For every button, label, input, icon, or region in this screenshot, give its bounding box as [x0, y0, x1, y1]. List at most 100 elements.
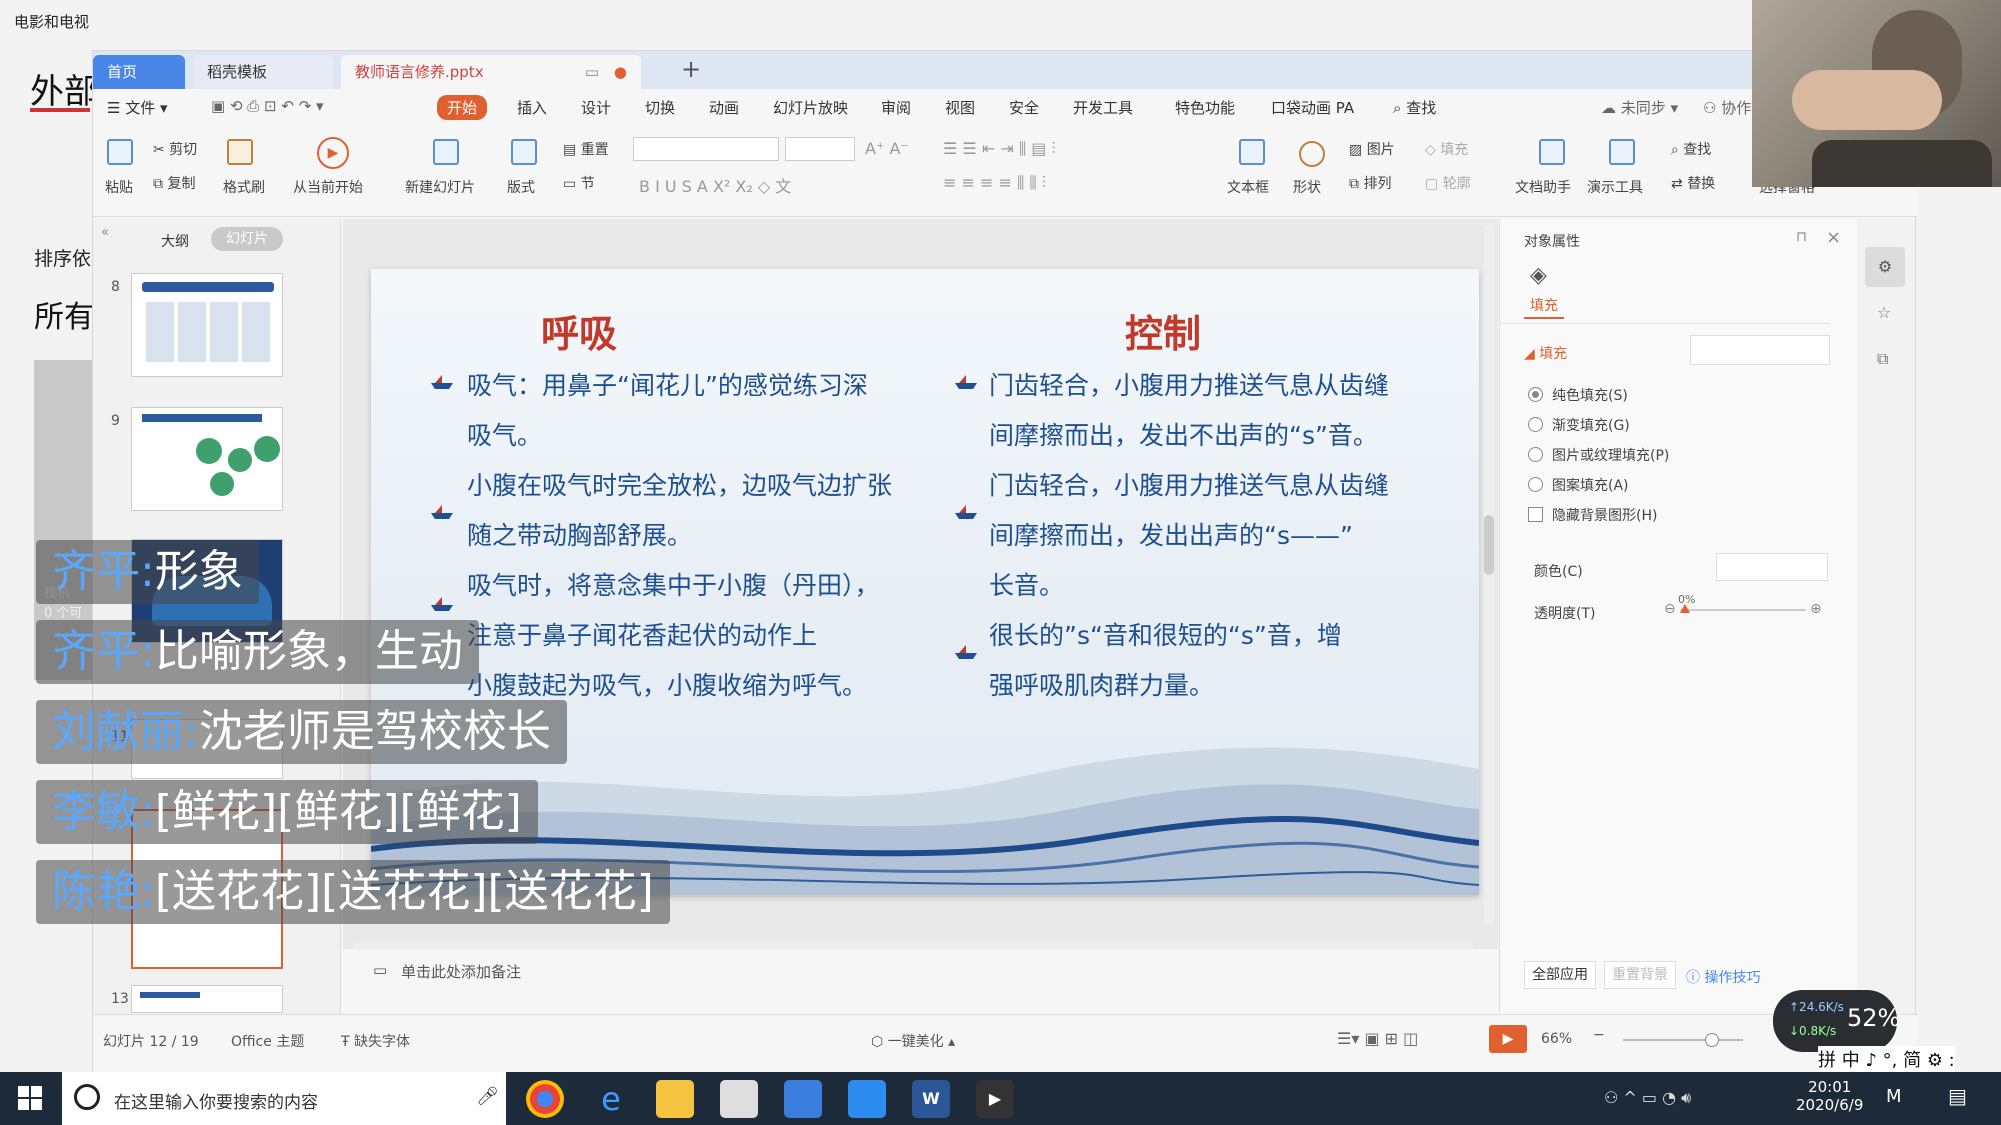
textbox-button[interactable]: 文本框	[1227, 177, 1269, 197]
collapse-pane-icon[interactable]: «	[101, 225, 109, 240]
picture-button[interactable]: ▨ 图片	[1349, 139, 1395, 159]
tab-outline[interactable]: 大纲	[161, 231, 189, 251]
list-buttons[interactable]: ☰ ☰ ⇤ ⇥ ⫼ ▤ ⫶	[943, 139, 1056, 159]
windows-start-icon[interactable]	[18, 1086, 42, 1110]
section-button[interactable]: ▭ 节	[563, 173, 595, 193]
slide-thumbnail[interactable]	[131, 407, 283, 511]
file-explorer-icon[interactable]	[656, 1080, 694, 1118]
star-sidebar-icon[interactable]: ☆	[1877, 303, 1891, 322]
transparency-slider[interactable]	[1680, 604, 1806, 613]
radio-picture-fill[interactable]	[1528, 447, 1543, 462]
font-grow-shrink[interactable]: A⁺ A⁻	[865, 139, 909, 158]
fill-bucket-icon[interactable]: ◈	[1530, 263, 1547, 288]
doc-assistant-button[interactable]: 文档助手	[1515, 177, 1571, 197]
tab-document[interactable]: 教师语言修养.pptx ▭ ●	[341, 55, 641, 89]
zoom-slider[interactable]	[1623, 1039, 1743, 1041]
text-format-buttons[interactable]: B I U S A X² X₂ ◇ 文	[639, 173, 791, 197]
pin-icon[interactable]: ⊓	[1796, 229, 1807, 245]
cut-button[interactable]: ✂ 剪切	[153, 139, 197, 159]
shape-button[interactable]: 形状	[1293, 177, 1321, 197]
menu-item-pocket-animation[interactable]: 口袋动画 PA	[1271, 97, 1354, 118]
tab-slides[interactable]: 幻灯片	[211, 227, 283, 251]
fill-button[interactable]: ◇ 填充	[1425, 139, 1468, 159]
menu-item-start[interactable]: 开始	[437, 95, 488, 120]
find-button[interactable]: ⌕ 查找	[1671, 139, 1711, 159]
tips-link[interactable]: ⓘ 操作技巧	[1686, 967, 1760, 987]
input-method-icon[interactable]: M	[1886, 1086, 1902, 1107]
taskbar-search-box[interactable]: 在这里输入你要搜索的内容 🎤︎	[62, 1072, 506, 1125]
collab-button[interactable]: ⚇ 协作	[1703, 97, 1751, 118]
quick-access-toolbar[interactable]: ▣ ⟲ ⎙ ⊡ ↶ ↷ ▾	[211, 97, 324, 115]
sync-status[interactable]: ☁ 未同步 ▾	[1601, 97, 1678, 118]
option-solid-fill[interactable]: 纯色填充(S)	[1552, 385, 1628, 405]
option-pattern-fill[interactable]: 图案填充(A)	[1552, 475, 1629, 495]
menu-item-features[interactable]: 特色功能	[1175, 97, 1235, 118]
copy-button[interactable]: ⧉ 复制	[153, 173, 195, 193]
replace-button[interactable]: ⇄ 替换	[1671, 173, 1715, 193]
zoom-out-icon[interactable]: −	[1593, 1027, 1605, 1043]
option-picture-fill[interactable]: 图片或纹理填充(P)	[1552, 445, 1669, 465]
zoom-slider-handle[interactable]	[1705, 1033, 1719, 1047]
video-player-icon[interactable]: ▶	[976, 1080, 1014, 1118]
format-painter-button[interactable]: 格式刷	[223, 177, 265, 197]
textbox-icon[interactable]	[1239, 139, 1265, 165]
store-icon[interactable]	[720, 1080, 758, 1118]
fill-section-header[interactable]: ◢ 填充	[1524, 343, 1567, 363]
doc-assistant-icon[interactable]	[1539, 139, 1565, 165]
slide-thumbnail[interactable]	[131, 985, 283, 1013]
present-tools-button[interactable]: 演示工具	[1587, 177, 1643, 197]
beautify-button[interactable]: ⬡ 一键美化 ▴	[871, 1031, 955, 1051]
radio-solid-fill[interactable]	[1528, 387, 1543, 402]
decrease-icon[interactable]: ⊖	[1664, 601, 1676, 617]
radio-gradient-fill[interactable]	[1528, 417, 1543, 432]
meeting-icon[interactable]	[848, 1080, 886, 1118]
slideshow-play-button[interactable]: ▶	[1489, 1025, 1527, 1053]
tab-template[interactable]: 稻壳模板	[193, 55, 333, 89]
slider-handle[interactable]	[1680, 604, 1690, 613]
slide-thumbnail[interactable]	[131, 273, 283, 377]
hide-bg-label[interactable]: 隐藏背景图形(H)	[1552, 505, 1657, 525]
system-tray-icons[interactable]: ⚇ ^ ▭ ◔ 🔊︎	[1604, 1088, 1691, 1108]
play-icon[interactable]: ▶	[317, 137, 349, 169]
search-menu[interactable]: ⌕ 查找	[1393, 97, 1436, 118]
microphone-icon[interactable]: 🎤︎	[476, 1086, 499, 1107]
layout-button[interactable]: 版式	[507, 177, 535, 197]
color-dropdown[interactable]	[1716, 553, 1828, 581]
menu-item-view[interactable]: 视图	[945, 97, 975, 118]
file-menu[interactable]: ☰ 文件 ▾	[107, 97, 168, 118]
font-size-select[interactable]	[785, 137, 855, 161]
menu-item-animation[interactable]: 动画	[709, 97, 739, 118]
menu-item-design[interactable]: 设计	[581, 97, 611, 118]
wps-icon[interactable]: W	[912, 1080, 950, 1118]
view-mode-buttons[interactable]: ☰▾ ▣ ⊞ ◫	[1337, 1029, 1418, 1048]
sort-label[interactable]: 排序依	[34, 244, 91, 271]
hide-bg-checkbox[interactable]	[1528, 507, 1543, 522]
menu-item-review[interactable]: 审阅	[881, 97, 911, 118]
new-slide-icon[interactable]	[433, 139, 459, 165]
font-family-select[interactable]	[633, 137, 779, 161]
outline-button[interactable]: ▢ 轮廓	[1425, 173, 1471, 193]
shape-icon[interactable]	[1299, 141, 1325, 167]
reset-button[interactable]: ▤ 重置	[563, 139, 609, 159]
radio-pattern-fill[interactable]	[1528, 477, 1543, 492]
chrome-icon[interactable]	[526, 1080, 564, 1118]
menu-item-security[interactable]: 安全	[1009, 97, 1039, 118]
present-tools-icon[interactable]	[1609, 139, 1635, 165]
network-speed-widget[interactable]: ↑24.6K/s ↓0.8K/s 52%	[1773, 990, 1900, 1052]
menu-item-developer[interactable]: 开发工具	[1073, 97, 1133, 118]
option-gradient-fill[interactable]: 渐变填充(G)	[1552, 415, 1630, 435]
taskbar-clock[interactable]: 20:01 2020/6/9	[1796, 1078, 1863, 1114]
edge-icon[interactable]: e	[592, 1080, 630, 1118]
fill-type-dropdown[interactable]	[1690, 335, 1830, 365]
copy-sidebar-icon[interactable]: ⧉	[1877, 349, 1888, 369]
format-painter-icon[interactable]	[227, 139, 253, 165]
missing-font-button[interactable]: Ŧ 缺失字体	[341, 1031, 410, 1051]
properties-sidebar-icon[interactable]: ⚙	[1865, 247, 1905, 287]
reset-bg-button[interactable]: 重置背景	[1604, 961, 1676, 989]
notes-bar[interactable]: ▭ 单击此处添加备注	[343, 949, 1498, 991]
close-icon[interactable]: ×	[1826, 227, 1841, 248]
feishu-icon[interactable]	[784, 1080, 822, 1118]
paste-button[interactable]: 粘贴	[105, 177, 133, 197]
menu-item-insert[interactable]: 插入	[517, 97, 547, 118]
play-from-current-button[interactable]: 从当前开始	[293, 177, 363, 197]
